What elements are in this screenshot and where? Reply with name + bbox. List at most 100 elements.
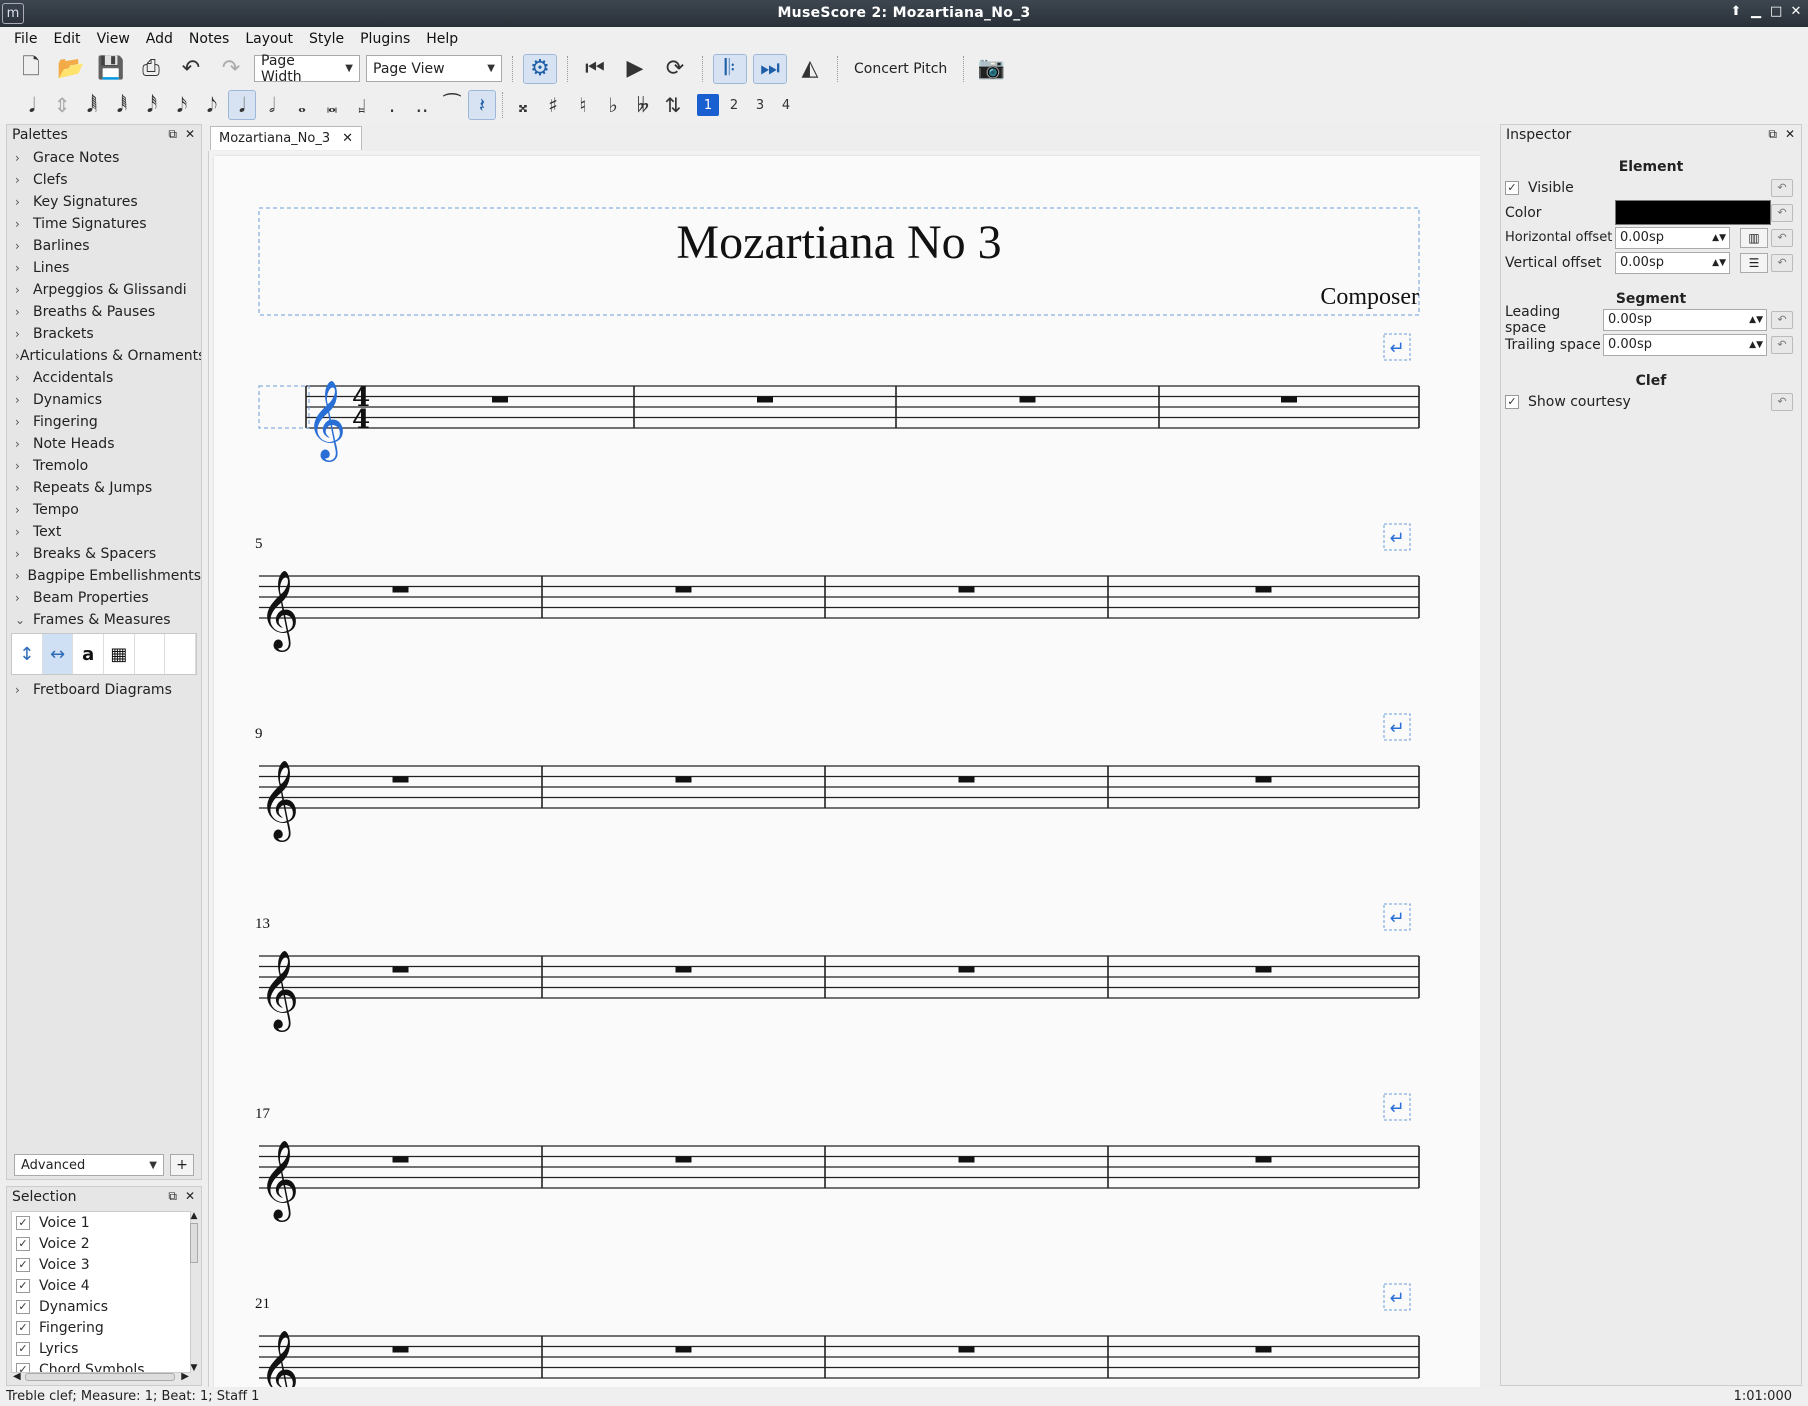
menu-add[interactable]: Add <box>138 31 181 47</box>
palette-item[interactable]: › Lines <box>7 257 201 279</box>
vertical-scrollbar[interactable]: ▲ ▼ <box>189 1211 199 1373</box>
float-panel-icon[interactable]: ⧉ <box>168 127 177 142</box>
reset-icon[interactable]: ↶ <box>1771 335 1793 354</box>
reset-icon[interactable]: ↶ <box>1771 310 1793 329</box>
whole-rest[interactable] <box>958 966 975 973</box>
snap-lines-icon[interactable]: ☰ <box>1740 252 1768 273</box>
menu-help[interactable]: Help <box>418 31 466 47</box>
palette-item[interactable]: › Repeats & Jumps <box>7 477 201 499</box>
whole-rest[interactable] <box>1255 586 1272 593</box>
spin-arrows-icon[interactable]: ▲▼ <box>1712 233 1729 243</box>
staff-system[interactable]: 𝄞 44↵ <box>258 333 1420 462</box>
16th-note-icon[interactable]: 𝅘𝅥𝅯 <box>168 90 196 120</box>
midi-input-icon[interactable]: ⚙ <box>523 53 557 84</box>
64th-note-icon[interactable]: 𝅘𝅥𝅱 <box>108 90 136 120</box>
image-capture-icon[interactable]: 📷 <box>974 54 1008 84</box>
undo-icon[interactable]: ↶ <box>174 54 208 84</box>
maximize-icon[interactable]: □ <box>1770 4 1782 19</box>
menu-notes[interactable]: Notes <box>181 31 237 47</box>
voice-4-button[interactable]: 4 <box>775 94 797 116</box>
menu-file[interactable]: File <box>6 31 45 47</box>
palette-item[interactable]: › Articulations & Ornaments <box>7 345 201 367</box>
voice-1-button[interactable]: 1 <box>697 94 719 116</box>
score-title[interactable]: Mozartiana No 3 <box>676 216 1001 269</box>
loop-icon[interactable]: ⟳ <box>658 54 692 84</box>
v-offset-spinbox[interactable]: 0.00sp ▲▼ <box>1615 251 1730 274</box>
staff-system[interactable]: 𝄞 17 ↵ <box>255 1093 1420 1222</box>
treble-clef-icon[interactable]: 𝄞 <box>259 1140 299 1222</box>
pan-score-icon[interactable]: ⏭ <box>753 53 787 84</box>
whole-rest[interactable] <box>675 586 692 593</box>
rest-icon[interactable]: 𝄽 <box>468 90 496 120</box>
selection-item[interactable]: ✓ Voice 2 <box>12 1233 190 1254</box>
menu-plugins[interactable]: Plugins <box>352 31 418 47</box>
reset-icon[interactable]: ↶ <box>1771 228 1793 247</box>
voice-3-button[interactable]: 3 <box>749 94 771 116</box>
staff-system[interactable]: 𝄞 13 ↵ <box>255 903 1420 1032</box>
reset-icon[interactable]: ↶ <box>1771 253 1793 272</box>
color-swatch[interactable] <box>1615 200 1771 225</box>
selection-checkbox[interactable]: ✓ <box>16 1257 30 1272</box>
whole-rest[interactable] <box>675 776 692 783</box>
insert-fretboard-frame-icon[interactable]: ▦ <box>104 634 135 674</box>
scroll-right-icon[interactable]: ▶ <box>181 1371 189 1382</box>
treble-clef-icon[interactable]: 𝄞 <box>259 950 299 1032</box>
scroll-left-icon[interactable]: ◀ <box>13 1371 21 1382</box>
double-sharp-icon[interactable]: 𝄪 <box>509 90 537 120</box>
insert-horizontal-frame-icon[interactable]: ↔ <box>42 634 74 674</box>
time-signature-bottom[interactable]: 4 <box>352 405 370 435</box>
voice-swap-icon[interactable]: ⇕ <box>48 90 76 120</box>
whole-note-icon[interactable]: 𝅝 <box>288 90 316 120</box>
palette-item-expanded[interactable]: ⌄ Frames & Measures <box>7 609 201 631</box>
selection-checkbox[interactable]: ✓ <box>16 1278 30 1293</box>
redo-icon[interactable]: ↷ <box>214 54 248 84</box>
menu-layout[interactable]: Layout <box>237 31 301 47</box>
trailing-space-spinbox[interactable]: 0.00sp ▲▼ <box>1603 333 1767 356</box>
palette-item[interactable]: › Arpeggios & Glissandi <box>7 279 201 301</box>
staff-system[interactable]: 𝄞 9 ↵ <box>255 713 1420 842</box>
whole-rest[interactable] <box>757 396 773 403</box>
whole-rest[interactable] <box>1281 396 1297 403</box>
score-canvas[interactable]: Mozartiana No 3 Composer 𝄞 4 4 ↵ 𝄞 5 ↵ 𝄞 9 ↵ 𝄞 13 ↵ 𝄞… <box>208 151 1480 1387</box>
whole-rest[interactable] <box>392 586 409 593</box>
palette-item[interactable]: › Clefs <box>7 169 201 191</box>
scrollbar-thumb[interactable] <box>190 1223 198 1263</box>
selection-item[interactable]: ✓ Fingering <box>12 1317 190 1338</box>
add-workspace-button[interactable]: + <box>170 1154 194 1176</box>
empty-palette-cell[interactable] <box>135 634 166 674</box>
whole-rest[interactable] <box>675 1156 692 1163</box>
selection-checkbox[interactable]: ✓ <box>16 1341 30 1356</box>
whole-rest[interactable] <box>675 966 692 973</box>
visible-checkbox[interactable]: ✓ <box>1505 180 1519 195</box>
palette-item[interactable]: › Barlines <box>7 235 201 257</box>
palette-item[interactable]: › Breaths & Pauses <box>7 301 201 323</box>
new-score-icon[interactable]: 🗋 <box>14 54 48 84</box>
staff-system[interactable]: 𝄞 21 ↵ <box>255 1283 1420 1387</box>
half-note-icon[interactable]: 𝅗𝅥 <box>258 90 286 120</box>
close-panel-icon[interactable]: ✕ <box>185 1189 195 1204</box>
workspace-select[interactable]: Advanced ▼ <box>14 1154 164 1176</box>
spin-arrows-icon[interactable]: ▲▼ <box>1749 340 1766 350</box>
breve-icon[interactable]: 𝅜 <box>318 90 346 120</box>
voice-2-button[interactable]: 2 <box>723 94 745 116</box>
concert-pitch-button[interactable]: Concert Pitch <box>848 61 953 77</box>
staff-system[interactable]: 𝄞 5 ↵ <box>255 523 1420 652</box>
horizontal-frame[interactable] <box>258 385 310 429</box>
palette-item[interactable]: › Beam Properties <box>7 587 201 609</box>
empty-palette-cell[interactable] <box>165 634 197 674</box>
snap-grid-icon[interactable]: ▥ <box>1740 227 1768 248</box>
32nd-note-icon[interactable]: 𝅘𝅥𝅰 <box>138 90 166 120</box>
sharp-icon[interactable]: ♯ <box>539 90 567 120</box>
palette-item[interactable]: › Fingering <box>7 411 201 433</box>
close-tab-icon[interactable]: ✕ <box>342 131 353 146</box>
zoom-select[interactable]: Page Width ▼ <box>254 53 360 85</box>
whole-rest[interactable] <box>1019 396 1036 403</box>
close-panel-icon[interactable]: ✕ <box>1785 127 1795 142</box>
flat-icon[interactable]: ♭ <box>599 90 627 120</box>
float-panel-icon[interactable]: ⧉ <box>168 1189 177 1204</box>
metronome-icon[interactable]: ◭ <box>793 54 827 84</box>
whole-rest[interactable] <box>392 1346 409 1353</box>
menu-style[interactable]: Style <box>301 31 352 47</box>
print-icon[interactable]: ⎙ <box>134 54 168 84</box>
h-offset-spinbox[interactable]: 0.00sp ▲▼ <box>1615 226 1730 249</box>
